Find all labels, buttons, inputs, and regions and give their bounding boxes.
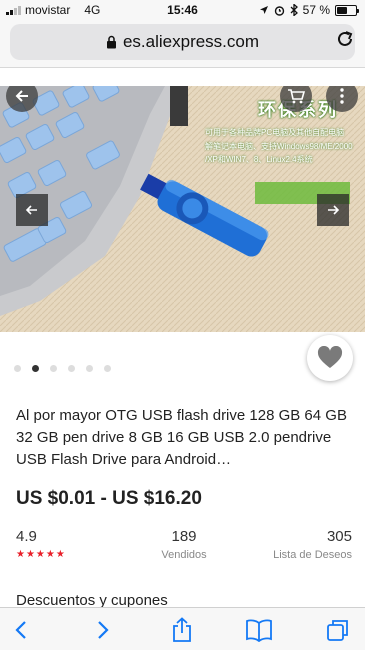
- gallery-dot[interactable]: [14, 365, 21, 372]
- browser-address-bar: es.aliexpress.com: [0, 20, 365, 68]
- gallery-prev-button[interactable]: [16, 194, 48, 226]
- browser-toolbar: [0, 607, 365, 650]
- arrow-right-icon: [328, 205, 340, 215]
- wishlist-label: Lista de Deseos: [273, 549, 352, 561]
- gallery-dot[interactable]: [86, 365, 93, 372]
- gallery-dot[interactable]: [104, 365, 111, 372]
- heart-icon: [317, 346, 343, 368]
- rating-stars: ★★★★★: [16, 549, 66, 560]
- wishlist-block: 305 Lista de Deseos: [273, 528, 352, 561]
- gallery-dot[interactable]: [68, 365, 75, 372]
- tabs-icon: [327, 620, 348, 641]
- product-price: US $0.01 - US $16.20: [16, 488, 202, 509]
- location-icon: [259, 6, 268, 14]
- cart-icon: [288, 89, 305, 104]
- image-caption-line2: 解笔记本电脑、支持Windows98/ME/2000: [205, 142, 353, 151]
- gallery-pagination: [14, 365, 111, 372]
- product-title[interactable]: Al por mayor OTG USB flash drive 128 GB …: [16, 405, 352, 471]
- product-image-gallery[interactable]: 环保系列 可用于各种品牌PC电脑及其他自配电脑 解笔记本电脑、支持Windows…: [0, 86, 365, 332]
- browser-forward-button[interactable]: [89, 616, 117, 644]
- tabs-button[interactable]: [324, 616, 352, 644]
- product-photo: [0, 86, 365, 332]
- bluetooth-icon: [290, 4, 298, 16]
- url-field[interactable]: es.aliexpress.com: [10, 24, 355, 60]
- rating-block[interactable]: 4.9 ★★★★★: [16, 528, 66, 560]
- wishlist-count: 305: [326, 528, 352, 545]
- bookmarks-button[interactable]: [245, 616, 273, 644]
- gallery-dot[interactable]: [50, 365, 57, 372]
- browser-back-button[interactable]: [7, 616, 35, 644]
- gallery-next-button[interactable]: [317, 194, 349, 226]
- chevron-right-icon: [98, 621, 109, 639]
- share-icon: [173, 617, 191, 642]
- sold-label: Vendidos: [161, 549, 207, 561]
- chevron-left-icon: [15, 621, 26, 639]
- book-icon: [246, 619, 272, 642]
- sold-count: 189: [171, 528, 197, 545]
- battery-percent: 57 %: [302, 3, 330, 17]
- reload-icon[interactable]: [335, 29, 355, 49]
- arrow-left-icon: [25, 205, 37, 215]
- gallery-dot[interactable]: [32, 365, 39, 372]
- sold-block: 189 Vendidos: [159, 528, 209, 561]
- status-bar: movistar 4G 15:46 57 %: [0, 0, 365, 20]
- share-button[interactable]: [168, 616, 196, 644]
- wishlist-button[interactable]: [307, 335, 353, 381]
- image-caption-line1: 可用于各种品牌PC电脑及其他自配电脑: [205, 128, 345, 137]
- rating-value: 4.9: [16, 528, 37, 545]
- lock-icon: [106, 35, 116, 49]
- more-vertical-icon: [340, 88, 344, 104]
- alarm-icon: [274, 5, 284, 16]
- url-text: es.aliexpress.com: [122, 32, 260, 51]
- product-stats: 4.9 ★★★★★ 189 Vendidos 305 Lista de Dese…: [16, 528, 352, 568]
- battery-icon: [335, 4, 359, 16]
- arrow-left-icon: [15, 90, 28, 102]
- image-caption-line3: /XP和WIN7、8、Linux2.4系统: [205, 155, 313, 164]
